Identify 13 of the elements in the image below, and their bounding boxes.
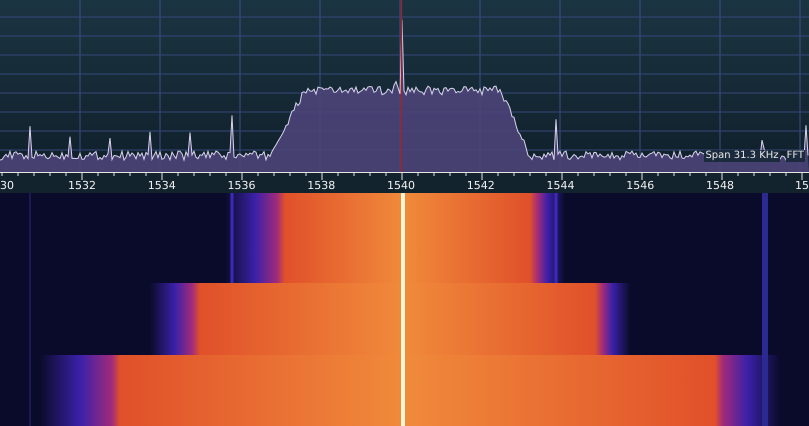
fft-label: FFT [786,150,805,162]
frequency-label: 1546 [626,179,654,192]
frequency-label: 30 [0,179,14,192]
frequency-label: 1548 [706,179,734,192]
frequency-label: 1536 [228,179,256,192]
frequency-label: 1540 [387,179,415,192]
span-label: Span 31.3 KHz [704,150,780,162]
frequency-label: 1532 [68,179,96,192]
frequency-label: 1538 [307,179,336,192]
frequency-label: 1534 [148,179,176,192]
frequency-label: 1542 [466,179,495,192]
frequency-label: 15 [795,179,809,192]
frequency-label: 1544 [546,179,574,192]
